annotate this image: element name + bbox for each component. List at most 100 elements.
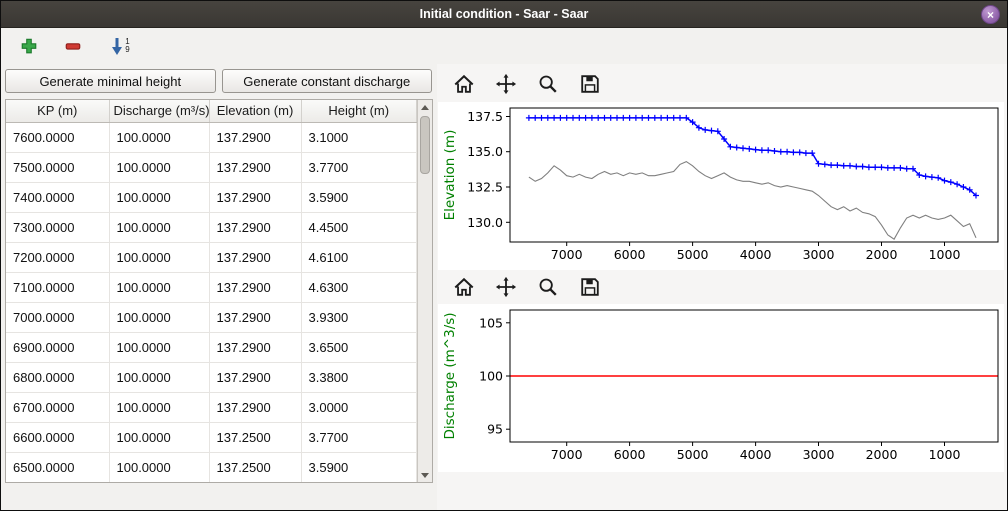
table-cell[interactable]: 7400.0000 [6, 182, 109, 212]
generate-minimal-height-button[interactable]: Generate minimal height [5, 69, 216, 93]
scrollbar-track[interactable] [418, 114, 432, 468]
add-row-button[interactable] [17, 34, 41, 58]
pan-button[interactable] [492, 71, 519, 98]
table-cell[interactable]: 137.2900 [209, 242, 301, 272]
pan-button-2[interactable] [492, 274, 519, 301]
table-cell[interactable]: 137.2500 [209, 422, 301, 452]
table-cell[interactable]: 137.2500 [209, 452, 301, 482]
table-row[interactable]: 6500.0000100.0000137.25003.5900 [6, 452, 417, 482]
table-scrollbar[interactable] [417, 100, 432, 482]
column-header[interactable]: Discharge (m³/s) [109, 100, 209, 122]
svg-text:1000: 1000 [929, 447, 961, 462]
table-row[interactable]: 7600.0000100.0000137.29003.1000 [6, 122, 417, 152]
table-cell[interactable]: 100.0000 [109, 122, 209, 152]
initial-condition-table-frame: KP (m)Discharge (m³/s)Elevation (m)Heigh… [5, 99, 433, 483]
table-cell[interactable]: 100.0000 [109, 362, 209, 392]
table-cell[interactable]: 6700.0000 [6, 392, 109, 422]
titlebar[interactable]: Initial condition - Saar - Saar × [1, 1, 1007, 28]
table-cell[interactable]: 100.0000 [109, 272, 209, 302]
table-cell[interactable]: 137.2900 [209, 332, 301, 362]
table-row[interactable]: 7300.0000100.0000137.29004.4500 [6, 212, 417, 242]
table-cell[interactable]: 3.7700 [301, 152, 417, 182]
column-header[interactable]: Height (m) [301, 100, 417, 122]
table-cell[interactable]: 137.2900 [209, 392, 301, 422]
save-button[interactable] [576, 71, 603, 98]
table-row[interactable]: 7000.0000100.0000137.29003.9300 [6, 302, 417, 332]
initial-condition-table[interactable]: KP (m)Discharge (m³/s)Elevation (m)Heigh… [6, 100, 417, 482]
table-cell[interactable]: 7300.0000 [6, 212, 109, 242]
column-header[interactable]: KP (m) [6, 100, 109, 122]
right-panel: 7000600050004000300020001000130.0132.513… [437, 64, 1007, 510]
table-row[interactable]: 7100.0000100.0000137.29004.6300 [6, 272, 417, 302]
table-cell[interactable]: 3.1000 [301, 122, 417, 152]
table-cell[interactable]: 100.0000 [109, 302, 209, 332]
table-cell[interactable]: 100.0000 [109, 392, 209, 422]
sort-icon [110, 36, 124, 56]
table-cell[interactable]: 7500.0000 [6, 152, 109, 182]
table-cell[interactable]: 3.9300 [301, 302, 417, 332]
table-row[interactable]: 7400.0000100.0000137.29003.5900 [6, 182, 417, 212]
svg-text:4000: 4000 [740, 447, 772, 462]
table-cell[interactable]: 3.5900 [301, 182, 417, 212]
table-cell[interactable]: 100.0000 [109, 242, 209, 272]
table-row[interactable]: 6700.0000100.0000137.29003.0000 [6, 392, 417, 422]
table-row[interactable]: 6600.0000100.0000137.25003.7700 [6, 422, 417, 452]
svg-text:3000: 3000 [803, 247, 835, 262]
table-cell[interactable]: 6500.0000 [6, 452, 109, 482]
generate-constant-discharge-button[interactable]: Generate constant discharge [222, 69, 433, 93]
home-button-2[interactable] [450, 274, 477, 301]
table-cell[interactable]: 137.2900 [209, 362, 301, 392]
table-cell[interactable]: 7000.0000 [6, 302, 109, 332]
table-viewport[interactable]: KP (m)Discharge (m³/s)Elevation (m)Heigh… [6, 100, 417, 482]
table-row[interactable]: 7200.0000100.0000137.29004.6100 [6, 242, 417, 272]
svg-text:7000: 7000 [551, 447, 583, 462]
table-cell[interactable]: 100.0000 [109, 332, 209, 362]
table-cell[interactable]: 7200.0000 [6, 242, 109, 272]
table-cell[interactable]: 4.6300 [301, 272, 417, 302]
table-cell[interactable]: 3.0000 [301, 392, 417, 422]
table-cell[interactable]: 100.0000 [109, 212, 209, 242]
table-row[interactable]: 7500.0000100.0000137.29003.7700 [6, 152, 417, 182]
table-cell[interactable]: 3.7700 [301, 422, 417, 452]
table-cell[interactable]: 100.0000 [109, 152, 209, 182]
save-icon [579, 276, 601, 298]
column-header[interactable]: Elevation (m) [209, 100, 301, 122]
table-cell[interactable]: 6900.0000 [6, 332, 109, 362]
discharge-plot[interactable]: 700060005000400030002000100095100105Disc… [438, 304, 1004, 472]
save-button-2[interactable] [576, 274, 603, 301]
scroll-down-button[interactable] [418, 468, 432, 482]
home-button[interactable] [450, 71, 477, 98]
table-cell[interactable]: 137.2900 [209, 122, 301, 152]
table-cell[interactable]: 100.0000 [109, 422, 209, 452]
sort-rows-button[interactable]: 1 9 [105, 34, 135, 58]
zoom-icon [537, 73, 559, 95]
table-cell[interactable]: 137.2900 [209, 272, 301, 302]
table-cell[interactable]: 6800.0000 [6, 362, 109, 392]
table-cell[interactable]: 137.2900 [209, 182, 301, 212]
zoom-button[interactable] [534, 71, 561, 98]
table-cell[interactable]: 137.2900 [209, 302, 301, 332]
table-cell[interactable]: 3.3800 [301, 362, 417, 392]
table-cell[interactable]: 137.2900 [209, 212, 301, 242]
close-button[interactable]: × [981, 5, 1000, 24]
table-cell[interactable]: 3.5900 [301, 452, 417, 482]
table-cell[interactable]: 137.2900 [209, 152, 301, 182]
svg-text:135.0: 135.0 [467, 144, 503, 159]
table-cell[interactable]: 3.6500 [301, 332, 417, 362]
scroll-up-button[interactable] [418, 100, 432, 114]
table-cell[interactable]: 4.4500 [301, 212, 417, 242]
remove-row-button[interactable] [61, 34, 85, 58]
close-icon: × [987, 8, 994, 22]
table-cell[interactable]: 100.0000 [109, 182, 209, 212]
table-cell[interactable]: 100.0000 [109, 452, 209, 482]
table-cell[interactable]: 7600.0000 [6, 122, 109, 152]
svg-text:137.5: 137.5 [467, 109, 503, 124]
elevation-plot[interactable]: 7000600050004000300020001000130.0132.513… [438, 102, 1004, 270]
table-cell[interactable]: 6600.0000 [6, 422, 109, 452]
scrollbar-thumb[interactable] [420, 116, 430, 174]
table-cell[interactable]: 7100.0000 [6, 272, 109, 302]
table-row[interactable]: 6800.0000100.0000137.29003.3800 [6, 362, 417, 392]
zoom-button-2[interactable] [534, 274, 561, 301]
table-row[interactable]: 6900.0000100.0000137.29003.6500 [6, 332, 417, 362]
table-cell[interactable]: 4.6100 [301, 242, 417, 272]
